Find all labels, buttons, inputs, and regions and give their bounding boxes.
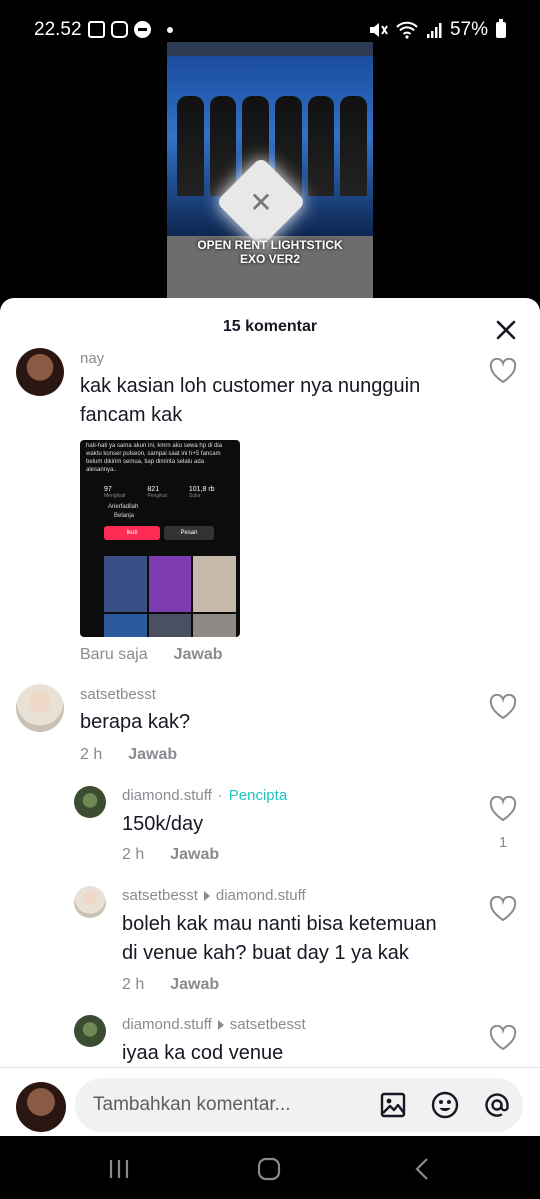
comments-sheet: 15 komentar nay kak kasian loh customer … bbox=[0, 298, 540, 1136]
attached-shop: Belanja bbox=[114, 513, 135, 519]
attached-message-label: Pesan bbox=[180, 530, 198, 536]
comment-text: berapa kak? bbox=[80, 711, 191, 733]
reply-text-line: boleh kak mau nanti bisa ketemuan bbox=[122, 913, 437, 935]
comment-username[interactable]: satsetbesst bbox=[80, 686, 156, 703]
attached-follow-label: Ikuti bbox=[126, 530, 138, 536]
heart-icon[interactable] bbox=[489, 896, 517, 922]
reply-time: 2 h bbox=[122, 976, 145, 993]
comment-username[interactable]: nay bbox=[80, 350, 104, 367]
emoji-icon[interactable] bbox=[430, 1090, 460, 1120]
reply-meta: 2 h Jawab bbox=[122, 846, 219, 864]
comment-time: Baru saja bbox=[80, 646, 148, 663]
gallery-notification-icon bbox=[88, 21, 105, 38]
comment-text-line: kak kasian loh customer nya nungguin bbox=[80, 375, 421, 397]
comment-input[interactable]: Tambahkan komentar... bbox=[75, 1078, 523, 1132]
battery-icon bbox=[496, 19, 506, 38]
more-notifications-icon bbox=[167, 26, 173, 33]
comment-text: kak kasian loh customer nya nungguin fan… bbox=[80, 372, 420, 430]
attached-account: Arierfadilah bbox=[108, 504, 139, 510]
heart-icon[interactable] bbox=[489, 358, 517, 384]
system-navigation-bar bbox=[0, 1136, 540, 1199]
reply-header: diamond.stuff · Pencipta bbox=[122, 787, 287, 804]
heart-icon[interactable] bbox=[489, 796, 517, 822]
heart-icon[interactable] bbox=[489, 694, 517, 720]
attached-follow: Ikuti bbox=[104, 526, 160, 540]
reply-text: boleh kak mau nanti bisa ketemuan di ven… bbox=[122, 910, 437, 968]
heart-icon[interactable] bbox=[489, 1025, 517, 1051]
avatar[interactable] bbox=[16, 348, 64, 396]
current-user-avatar[interactable] bbox=[16, 1082, 66, 1132]
back-icon[interactable] bbox=[410, 1156, 436, 1182]
comment-text-line: fancam kak bbox=[80, 404, 183, 426]
comment-input-bar: Tambahkan komentar... bbox=[0, 1067, 540, 1136]
creator-badge: Pencipta bbox=[228, 787, 288, 804]
reply-button[interactable]: Jawab bbox=[174, 646, 223, 664]
battery-percent: 57% bbox=[449, 19, 488, 40]
avatar[interactable] bbox=[74, 886, 106, 918]
reply-text: iyaa ka cod venue bbox=[122, 1042, 284, 1064]
reply-to-username[interactable]: satsetbesst bbox=[230, 1016, 306, 1033]
reply-meta: 2 h Jawab bbox=[122, 976, 219, 994]
reply-header: satsetbesst diamond.stuff bbox=[122, 887, 306, 904]
reply-to-username[interactable]: diamond.stuff bbox=[216, 887, 306, 904]
attached-stat-label: Suka bbox=[188, 493, 201, 499]
comment-time: 2 h bbox=[80, 746, 103, 763]
video-caption-line1: OPEN RENT LIGHTSTICK bbox=[197, 238, 343, 252]
reply-arrow-icon bbox=[217, 1019, 224, 1030]
attached-stat: 97 bbox=[104, 486, 112, 493]
close-icon[interactable] bbox=[492, 316, 520, 344]
system-indicators: 57% bbox=[368, 19, 506, 41]
status-time: 22.52 bbox=[34, 19, 82, 40]
reply-time: 2 h bbox=[122, 846, 145, 863]
video-player[interactable]: ✕ OPEN RENT LIGHTSTICK EXO VER2 bbox=[167, 42, 373, 298]
avatar[interactable] bbox=[16, 684, 64, 732]
exo-logo-icon: ✕ bbox=[249, 186, 273, 218]
reply-username[interactable]: satsetbesst bbox=[122, 887, 198, 904]
reply-arrow-icon bbox=[203, 890, 210, 901]
reply-text-line: di venue kah? buat day 1 ya kak bbox=[122, 942, 409, 964]
attached-thumb-grid bbox=[104, 556, 236, 637]
reply-button[interactable]: Jawab bbox=[170, 976, 219, 994]
do-not-disturb-icon bbox=[134, 21, 151, 38]
comment-meta: 2 h Jawab bbox=[80, 746, 177, 764]
notification-icons bbox=[88, 21, 173, 38]
reply-button[interactable]: Jawab bbox=[170, 846, 219, 864]
signal-icon bbox=[426, 23, 442, 38]
avatar[interactable] bbox=[74, 786, 106, 818]
mute-icon bbox=[369, 23, 388, 37]
attached-stat: 821 bbox=[147, 486, 160, 493]
video-caption: OPEN RENT LIGHTSTICK EXO VER2 bbox=[167, 238, 373, 266]
separator-dot: · bbox=[217, 787, 223, 804]
home-icon[interactable] bbox=[256, 1156, 282, 1182]
attached-message: Pesan bbox=[164, 526, 214, 540]
reply-username[interactable]: diamond.stuff bbox=[122, 787, 212, 804]
reply-username[interactable]: diamond.stuff bbox=[122, 1016, 212, 1033]
wifi-icon bbox=[396, 21, 418, 39]
instagram-notification-icon bbox=[111, 21, 128, 38]
video-caption-line2: EXO VER2 bbox=[239, 252, 301, 266]
reply-header: diamond.stuff satsetbesst bbox=[122, 1016, 306, 1033]
recent-apps-icon[interactable] bbox=[106, 1156, 132, 1182]
reply-button[interactable]: Jawab bbox=[128, 746, 177, 764]
image-icon[interactable] bbox=[378, 1090, 408, 1120]
comments-count-title: 15 komentar bbox=[222, 318, 318, 335]
attached-stat: 101,8 rb bbox=[188, 486, 215, 493]
mention-icon[interactable] bbox=[482, 1090, 512, 1120]
comment-meta: Baru saja Jawab bbox=[80, 646, 223, 664]
avatar[interactable] bbox=[74, 1015, 106, 1047]
reply-text: 150k/day bbox=[122, 813, 204, 835]
attached-stats: 97 Mengikuti 821 Pengikut 101,8 rb Suka bbox=[104, 486, 240, 499]
like-count: 1 bbox=[498, 834, 508, 851]
attached-caption: hati-hati ya sama akun ini, kmrn aku sew… bbox=[86, 443, 223, 473]
attached-stat-label: Pengikut bbox=[147, 493, 167, 499]
comment-input-placeholder: Tambahkan komentar... bbox=[93, 1094, 291, 1115]
comment-attached-image[interactable]: hati-hati ya sama akun ini, kmrn aku sew… bbox=[80, 440, 240, 637]
attached-stat-label: Mengikuti bbox=[104, 493, 126, 499]
